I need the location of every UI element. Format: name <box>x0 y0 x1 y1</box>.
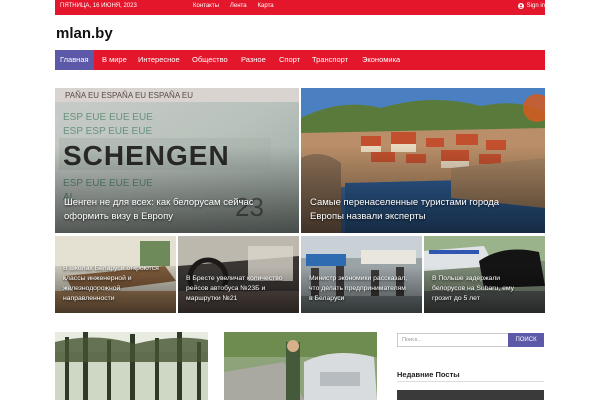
nav-item-society[interactable]: Общество <box>187 50 233 70</box>
recent-post-thumb[interactable] <box>397 390 544 400</box>
police-officer-image <box>224 332 377 400</box>
post-police-officer[interactable] <box>224 332 377 400</box>
post-caption[interactable]: В Польше задержали белорусов на Subaru, … <box>432 274 532 304</box>
nav-item-interesting[interactable]: Интересное <box>133 50 185 70</box>
nav-item-world[interactable]: В мире <box>97 50 132 70</box>
post-poland-subaru[interactable]: В Польше задержали белорусов на Subaru, … <box>424 236 545 313</box>
nav-item-transport[interactable]: Транспорт <box>307 50 353 70</box>
search-input[interactable]: Поиск... <box>397 333 509 347</box>
svg-text:PAÑA EU ESPAÑA EU ESPAÑA EU: PAÑA EU ESPAÑA EU ESPAÑA EU <box>65 91 193 100</box>
svg-text:ESP EUE EUE EUE: ESP EUE EUE EUE <box>63 112 153 123</box>
top-links: Контакты Лента Карта <box>193 3 274 9</box>
sign-in-label: Sign in <box>526 3 545 9</box>
top-link-feed[interactable]: Лента <box>230 3 247 9</box>
featured-caption[interactable]: Самые перенаселенные туристами города Ев… <box>310 196 532 224</box>
post-caption[interactable]: Министр экономики рассказал, что делать … <box>309 274 409 304</box>
post-schools[interactable]: В школах Беларуси откроются классы инжен… <box>55 236 176 313</box>
site-logo[interactable]: mlan.by <box>56 25 113 42</box>
top-link-map[interactable]: Карта <box>258 3 274 9</box>
featured-caption[interactable]: Шенген не для всех: как белорусам сейчас… <box>64 196 286 224</box>
recent-posts-heading: Недавние Посты <box>397 370 460 379</box>
top-link-contacts[interactable]: Контакты <box>193 3 219 9</box>
post-caption[interactable]: В Бресте увеличат количество рейсов авто… <box>186 274 286 304</box>
nav-item-misc[interactable]: Разное <box>236 50 271 70</box>
current-date: пятница, 16 июня, 2023 <box>60 3 137 9</box>
recent-posts-divider <box>397 381 544 382</box>
nav-item-economy[interactable]: Экономика <box>357 50 405 70</box>
post-forest[interactable] <box>55 332 208 400</box>
post-economy-minister[interactable]: Министр экономики рассказал, что делать … <box>301 236 422 313</box>
post-brest-bus[interactable]: В Бресте увеличат количество рейсов авто… <box>178 236 299 313</box>
sign-in-link[interactable]: Sign in <box>517 3 545 9</box>
nav-item-sport[interactable]: Спорт <box>274 50 305 70</box>
svg-text:ESP ESP EUE EUE: ESP ESP EUE EUE <box>63 126 152 137</box>
main-nav: Главная В мире Интересное Общество Разно… <box>55 50 545 70</box>
featured-post-schengen[interactable]: PAÑA EU ESPAÑA EU ESPAÑA EU ESP EUE EUE … <box>55 88 299 233</box>
forest-image <box>55 332 208 400</box>
top-bar: пятница, 16 июня, 2023 Контакты Лента Ка… <box>55 0 545 15</box>
featured-post-europe-cities[interactable]: Самые перенаселенные туристами города Ев… <box>301 88 545 233</box>
search-button[interactable]: ПОИСК <box>508 333 544 347</box>
user-icon <box>517 3 524 9</box>
post-caption[interactable]: В школах Беларуси откроются классы инжен… <box>63 264 163 304</box>
nav-item-home[interactable]: Главная <box>55 50 94 70</box>
